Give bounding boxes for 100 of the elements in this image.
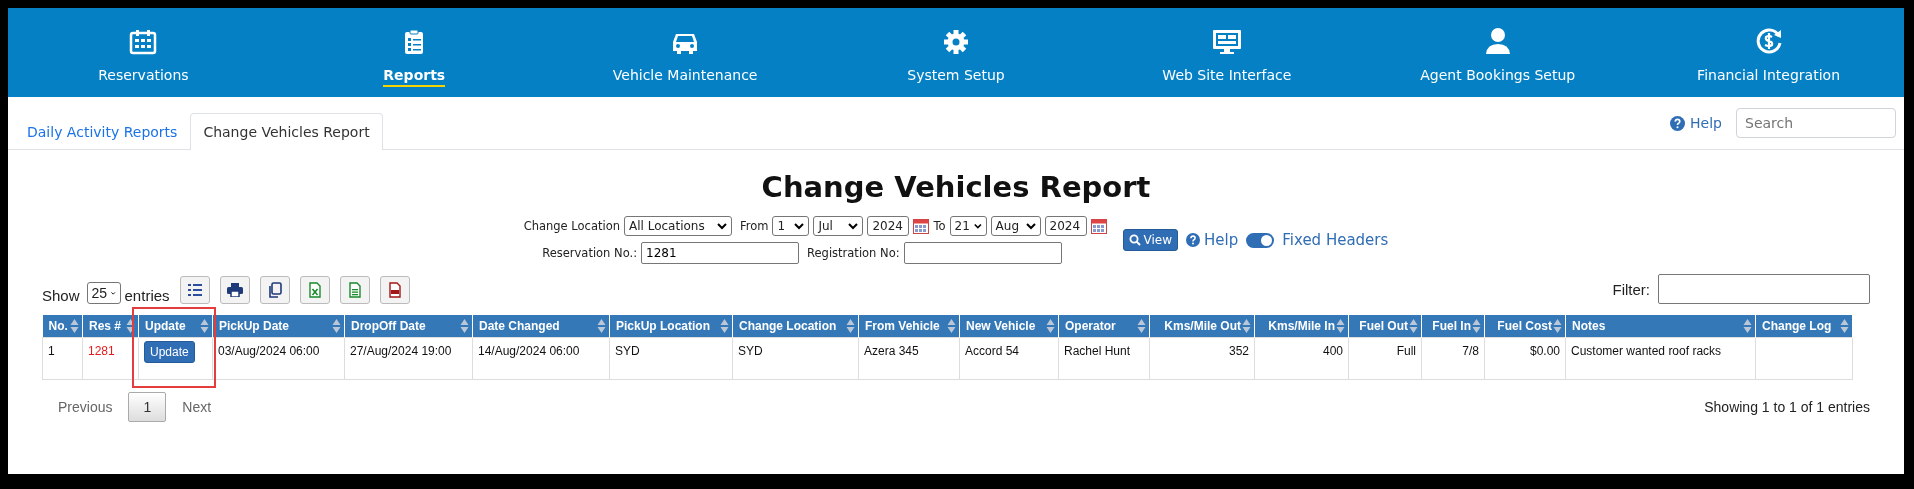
- column-header[interactable]: Kms/Mile In: [1254, 315, 1349, 338]
- sort-icon[interactable]: [1409, 318, 1418, 334]
- table-cell: 14/Aug/2024 06:00: [472, 337, 610, 380]
- table-cell: 1: [42, 337, 83, 380]
- nav-item[interactable]: Financial Integration: [1633, 8, 1904, 97]
- copy-button[interactable]: [259, 276, 290, 304]
- help-icon[interactable]: [1186, 233, 1201, 247]
- calendar-icon[interactable]: [1090, 218, 1107, 234]
- nav-item[interactable]: Vehicle Maintenance: [549, 8, 821, 97]
- field-label: Change Location: [523, 219, 620, 233]
- columns-button[interactable]: [179, 276, 210, 304]
- sort-icon[interactable]: [1840, 318, 1849, 334]
- column-header[interactable]: Kms/Mile Out: [1149, 315, 1255, 338]
- tab[interactable]: Daily Activity Reports: [14, 113, 191, 150]
- sort-icon[interactable]: [947, 318, 956, 334]
- day-dropdown[interactable]: 21: [949, 216, 987, 236]
- csv-button[interactable]: [339, 276, 370, 304]
- column-header[interactable]: Notes: [1565, 315, 1756, 338]
- help-icon[interactable]: [1670, 115, 1686, 131]
- field-label: From: [739, 219, 769, 233]
- sort-icon[interactable]: [332, 318, 341, 334]
- year-dropdown[interactable]: 2024: [1044, 216, 1087, 236]
- search-field[interactable]: Search: [1736, 108, 1896, 138]
- sort-icon[interactable]: [1242, 318, 1251, 334]
- sort-icon[interactable]: [1336, 318, 1345, 334]
- sort-icon[interactable]: [720, 318, 729, 334]
- day-dropdown[interactable]: 1: [772, 216, 810, 236]
- excel-button[interactable]: [299, 276, 330, 304]
- excel-file-icon: [308, 282, 321, 298]
- field-label: To: [933, 219, 946, 233]
- entries-label: entries: [124, 287, 170, 304]
- column-header[interactable]: Change Log: [1755, 315, 1853, 338]
- pdf-file-icon: [388, 282, 401, 298]
- column-header[interactable]: Update: [138, 315, 213, 338]
- sort-icon[interactable]: [846, 318, 855, 334]
- location-dropdown[interactable]: All Locations: [623, 216, 732, 236]
- view-button[interactable]: View: [1122, 229, 1179, 251]
- year-dropdown[interactable]: 2024: [867, 216, 910, 236]
- table-cell: Accord 54: [959, 337, 1059, 380]
- column-header[interactable]: New Vehicle: [959, 315, 1059, 338]
- column-header[interactable]: From Vehicle: [858, 315, 960, 338]
- nav-item[interactable]: System Setup: [820, 8, 1092, 97]
- help-link[interactable]: Help: [1204, 231, 1239, 249]
- help-link[interactable]: Help: [1690, 115, 1722, 131]
- nav-item[interactable]: Web Site Interface: [1091, 8, 1363, 97]
- table-cell: Customer wanted roof racks: [1565, 337, 1756, 380]
- caret-icon: [973, 222, 982, 230]
- column-header[interactable]: Date Changed: [472, 315, 610, 338]
- column-header[interactable]: PickUp Date: [212, 315, 345, 338]
- previous-link[interactable]: Previous: [58, 399, 113, 415]
- reservation-input[interactable]: 1281: [641, 242, 800, 264]
- month-dropdown[interactable]: Aug: [990, 216, 1041, 236]
- sort-icon[interactable]: [460, 318, 469, 334]
- nav-item[interactable]: Reports: [278, 8, 550, 97]
- nav-item[interactable]: Agent Bookings Setup: [1362, 8, 1634, 97]
- pdf-button[interactable]: [379, 276, 410, 304]
- nav-item[interactable]: Reservations: [8, 8, 279, 97]
- column-header[interactable]: Res #: [82, 315, 139, 338]
- next-link[interactable]: Next: [182, 399, 212, 415]
- sort-icon[interactable]: [1553, 318, 1562, 334]
- clipboard-icon: [403, 29, 426, 55]
- copy-icon: [267, 282, 282, 298]
- print-button[interactable]: [219, 276, 250, 304]
- table-cell: 7/8: [1421, 337, 1485, 380]
- column-header[interactable]: PickUp Location: [609, 315, 733, 338]
- caret-icon: [716, 222, 727, 230]
- dollar-refresh-icon: [1754, 27, 1783, 55]
- sort-icon[interactable]: [597, 318, 606, 334]
- table-cell: Rachel Hunt: [1058, 337, 1150, 380]
- column-header[interactable]: Change Location: [732, 315, 859, 338]
- table-cell: $0.00: [1484, 337, 1566, 380]
- column-header[interactable]: Fuel In: [1421, 315, 1485, 338]
- sort-icon[interactable]: [200, 318, 209, 334]
- show-label: Show: [42, 287, 80, 304]
- registration-input[interactable]: [903, 242, 1062, 264]
- update-button[interactable]: Update: [144, 341, 195, 363]
- entries-info: Showing 1 to 1 of 1 entries: [1704, 399, 1870, 415]
- sort-icon[interactable]: [126, 318, 135, 334]
- sort-icon[interactable]: [1743, 318, 1752, 334]
- column-header[interactable]: Fuel Out: [1348, 315, 1422, 338]
- toggle-switch[interactable]: [1246, 232, 1275, 248]
- sort-icon[interactable]: [1137, 318, 1146, 334]
- sort-icon[interactable]: [1046, 318, 1055, 334]
- list-icon: [187, 284, 202, 296]
- sort-icon[interactable]: [70, 318, 79, 334]
- caret-icon: [111, 289, 116, 297]
- month-dropdown[interactable]: Jul: [813, 216, 864, 236]
- page-button[interactable]: 1: [128, 392, 167, 422]
- column-header[interactable]: DropOff Date: [344, 315, 473, 338]
- page-length-dropdown[interactable]: 25: [86, 282, 121, 304]
- table-cell: SYD: [732, 337, 859, 380]
- column-header[interactable]: Fuel Cost: [1484, 315, 1566, 338]
- tab[interactable]: Change Vehicles Report: [190, 113, 383, 150]
- reservation-link[interactable]: 1281: [88, 344, 115, 358]
- filter-input[interactable]: [1658, 274, 1870, 304]
- sort-icon[interactable]: [1472, 318, 1481, 334]
- column-header[interactable]: Operator: [1058, 315, 1150, 338]
- calendar-icon[interactable]: [913, 218, 930, 234]
- column-header[interactable]: No.: [42, 315, 83, 338]
- table-cell: 03/Aug/2024 06:00: [212, 337, 345, 380]
